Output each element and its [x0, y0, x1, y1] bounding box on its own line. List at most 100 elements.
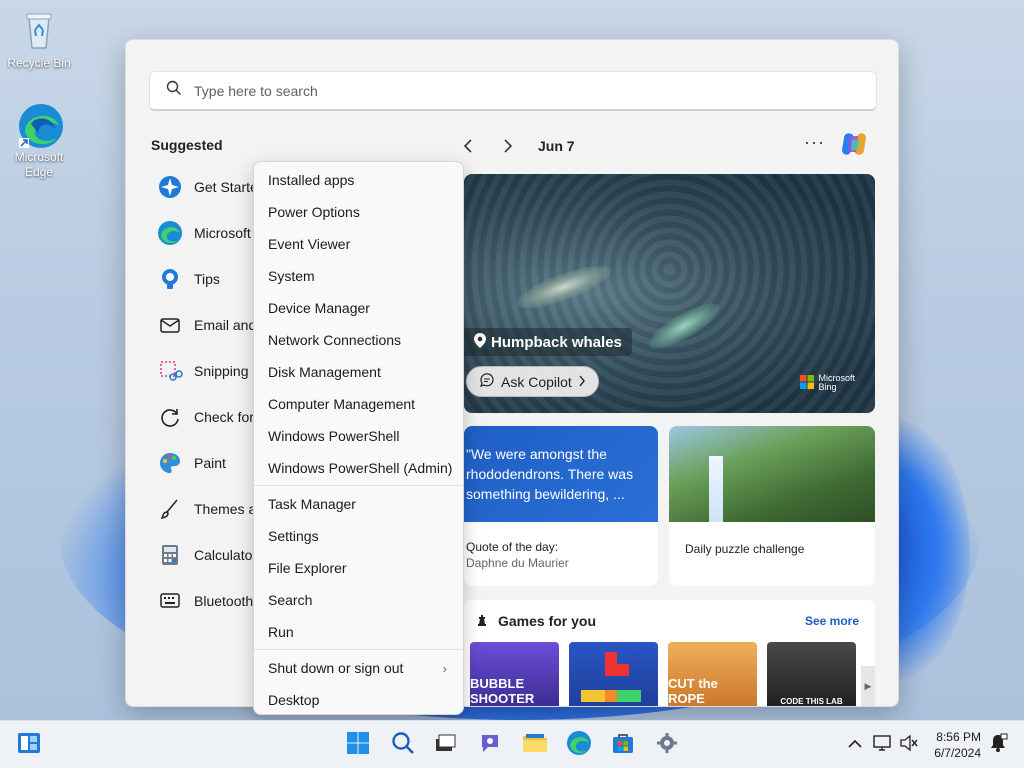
games-scroll-right-button[interactable]: ▶	[861, 666, 875, 706]
widgets-icon	[17, 732, 41, 759]
menu-item-network-connections[interactable]: Network Connections	[254, 324, 463, 356]
game-tile-bubble-shooter[interactable]: BUBBLE SHOOTER	[470, 642, 559, 706]
taskbar-search-button[interactable]	[389, 731, 417, 759]
menu-item-file-explorer[interactable]: File Explorer	[254, 552, 463, 584]
taskbar-clock[interactable]: 8:56 PM 6/7/2024	[925, 729, 981, 761]
desktop-icon-edge[interactable]: Microsoft Edge	[3, 102, 75, 180]
taskbar: 8:56 PM 6/7/2024	[0, 720, 1024, 768]
settings-taskbar-button[interactable]	[653, 731, 681, 759]
feed-hero-card[interactable]: Humpback whales Ask Copilot Microsoft Bin…	[464, 174, 875, 413]
suggested-item-label: Bluetooth	[194, 593, 254, 609]
chat-button[interactable]	[476, 731, 504, 759]
desktop-icon-label: Microsoft Edge	[14, 150, 64, 179]
see-more-link[interactable]: See more	[805, 614, 859, 628]
file-explorer-button[interactable]	[521, 731, 549, 759]
search-icon	[391, 731, 415, 760]
settings-icon	[655, 731, 679, 760]
menu-item-computer-management[interactable]: Computer Management	[254, 388, 463, 420]
search-box[interactable]: Type here to search	[149, 71, 877, 111]
next-day-button[interactable]	[496, 134, 520, 158]
suggested-item-label: Email and	[194, 317, 257, 333]
games-header: Games for you See more	[464, 600, 875, 642]
game-tile-chess[interactable]: CODE THIS LAB	[767, 642, 856, 706]
snipping-tool-icon	[156, 357, 184, 385]
game-tile-blocks[interactable]	[569, 642, 658, 706]
clock-time: 8:56 PM	[936, 730, 981, 744]
hero-title-text: Humpback whales	[491, 333, 622, 351]
chevron-right-icon	[578, 374, 586, 390]
menu-separator	[254, 649, 463, 650]
menu-separator	[254, 485, 463, 486]
menu-item-system[interactable]: System	[254, 260, 463, 292]
location-pin-icon	[474, 332, 486, 352]
suggested-item-label: Themes a	[194, 501, 257, 517]
search-icon	[166, 80, 182, 101]
menu-item-label: Shut down or sign out	[268, 660, 404, 676]
game-tile-label: BUBBLE SHOOTER	[470, 676, 535, 706]
daily-puzzle-card[interactable]: Daily puzzle challenge	[669, 426, 875, 586]
more-options-button[interactable]: ···	[804, 132, 825, 153]
game-tile-label: CODE THIS LAB	[780, 697, 843, 706]
notification-bell-icon	[988, 733, 1008, 758]
recycle-bin-icon	[17, 8, 61, 52]
ask-copilot-label: Ask Copilot	[501, 373, 572, 390]
volume-muted-icon	[899, 734, 919, 757]
game-tile-cut-the-rope[interactable]: CUT the ROPE	[668, 642, 757, 706]
quote-label: Quote of the day:	[466, 540, 559, 554]
menu-item-shut-down[interactable]: Shut down or sign out ›	[254, 652, 463, 684]
start-icon	[346, 731, 370, 760]
quote-of-the-day-card[interactable]: "We were amongst the rhododendrons. Ther…	[464, 426, 658, 586]
puzzle-image	[669, 426, 875, 522]
mail-icon	[156, 311, 184, 339]
suggested-item-label: Check for	[194, 409, 254, 425]
notifications-button[interactable]	[984, 731, 1012, 759]
suggested-item-label: Calculator	[194, 547, 258, 563]
edge-taskbar-button[interactable]	[565, 730, 593, 761]
network-button[interactable]	[868, 731, 896, 759]
menu-item-installed-apps[interactable]: Installed apps	[254, 164, 463, 196]
edge-icon	[566, 730, 592, 761]
paint-icon	[156, 449, 184, 477]
menu-item-windows-powershell[interactable]: Windows PowerShell	[254, 420, 463, 452]
menu-item-settings[interactable]: Settings	[254, 520, 463, 552]
winx-context-menu: Installed apps Power Options Event Viewe…	[253, 161, 464, 715]
menu-item-windows-powershell-admin[interactable]: Windows PowerShell (Admin)	[254, 452, 463, 484]
start-button[interactable]	[344, 731, 372, 759]
themes-icon	[156, 495, 184, 523]
copilot-icon[interactable]	[838, 128, 870, 160]
games-title: Games for you	[498, 613, 597, 629]
menu-item-power-options[interactable]: Power Options	[254, 196, 463, 228]
store-button[interactable]	[609, 731, 637, 759]
store-icon	[611, 731, 635, 760]
hero-title[interactable]: Humpback whales	[464, 328, 632, 356]
network-icon	[872, 734, 892, 757]
volume-button[interactable]	[895, 731, 923, 759]
menu-item-run[interactable]: Run	[254, 616, 463, 648]
menu-item-event-viewer[interactable]: Event Viewer	[254, 228, 463, 260]
games-for-you-card: Games for you See more BUBBLE SHOOTER CU…	[464, 600, 875, 706]
menu-item-search[interactable]: Search	[254, 584, 463, 616]
previous-day-button[interactable]	[456, 134, 480, 158]
desktop-icon-recycle-bin[interactable]: Recycle Bin	[3, 8, 75, 71]
chat-icon	[478, 731, 502, 760]
file-explorer-icon	[522, 732, 548, 759]
suggested-title: Suggested	[151, 137, 223, 153]
start-menu-panel: Type here to search Suggested Get Starte…	[125, 39, 899, 707]
menu-item-disk-management[interactable]: Disk Management	[254, 356, 463, 388]
ask-copilot-button[interactable]: Ask Copilot	[466, 366, 599, 397]
task-view-button[interactable]	[431, 731, 459, 759]
menu-item-desktop[interactable]: Desktop	[254, 684, 463, 716]
chevron-up-icon	[848, 736, 862, 754]
suggested-item-label: Snipping	[194, 363, 249, 379]
tips-icon	[156, 265, 184, 293]
microsoft-bing-badge: Microsoft Bing	[800, 374, 855, 392]
show-desktop-widget-button[interactable]	[15, 731, 43, 759]
submenu-chevron-icon: ›	[442, 660, 447, 676]
edge-icon	[17, 102, 63, 148]
desktop-icon-label: Recycle Bin	[7, 56, 71, 70]
menu-item-task-manager[interactable]: Task Manager	[254, 488, 463, 520]
menu-item-device-manager[interactable]: Device Manager	[254, 292, 463, 324]
show-hidden-icons-button[interactable]	[841, 731, 869, 759]
blocks-graphic	[580, 652, 641, 702]
quote-author: Daphne du Maurier	[466, 556, 569, 570]
